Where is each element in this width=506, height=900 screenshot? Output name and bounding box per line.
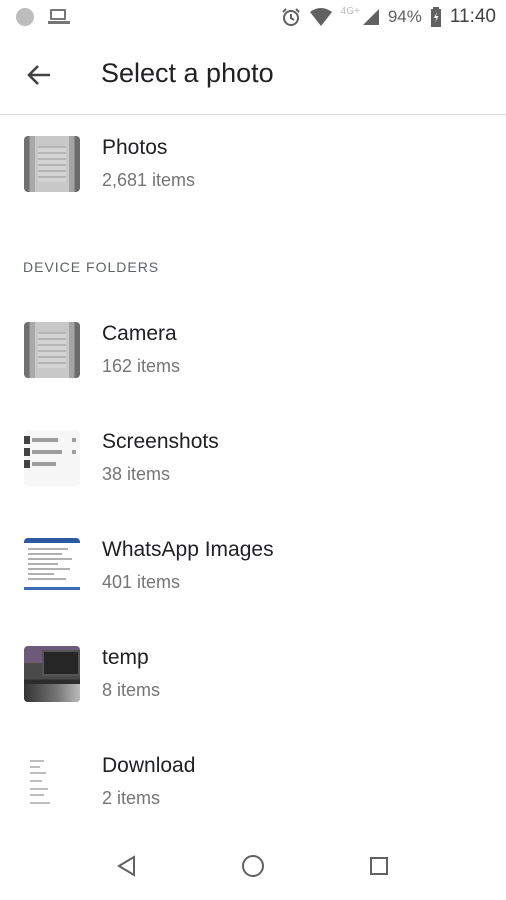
- folder-title: Screenshots: [102, 430, 219, 453]
- home-circle-icon: [242, 855, 264, 877]
- folder-count: 38 items: [102, 464, 171, 484]
- recents-square-icon: [370, 857, 388, 875]
- clock: 11:40: [449, 6, 496, 27]
- back-button[interactable]: [22, 58, 56, 92]
- folder-temp[interactable]: temp 8 items: [0, 642, 506, 722]
- folder-title: WhatsApp Images: [102, 538, 274, 561]
- folder-count: 2 items: [102, 788, 161, 808]
- nav-home-button[interactable]: [237, 850, 269, 882]
- folder-thumbnail: [24, 430, 80, 486]
- folder-screenshots[interactable]: Screenshots 38 items: [0, 426, 506, 506]
- back-triangle-icon: [117, 855, 135, 877]
- album-title: Photos: [102, 136, 168, 159]
- folder-download[interactable]: Download 2 items: [0, 750, 506, 830]
- folder-count: 8 items: [102, 680, 161, 700]
- folder-title: Camera: [102, 322, 177, 345]
- nav-back-button[interactable]: [111, 850, 143, 882]
- circle-dot-icon: [16, 8, 34, 26]
- folder-thumbnail: [24, 754, 80, 810]
- status-right: 4G+ 94% 11:40: [281, 6, 496, 28]
- signal-icon: [362, 9, 379, 25]
- folder-whatsapp-images[interactable]: WhatsApp Images 401 items: [0, 534, 506, 614]
- nav-recents-button[interactable]: [363, 850, 395, 882]
- folder-title: Download: [102, 754, 196, 777]
- battery-icon: [430, 7, 441, 27]
- folder-count: 401 items: [102, 572, 181, 592]
- wifi-icon: [309, 8, 332, 26]
- page-title: Select a photo: [101, 58, 274, 88]
- status-left: [16, 8, 70, 26]
- app-bar: Select a photo: [0, 36, 506, 115]
- folder-thumbnail: [24, 322, 80, 378]
- album-photos[interactable]: Photos 2,681 items: [0, 132, 506, 212]
- folder-title: temp: [102, 646, 149, 669]
- battery-percent: 94%: [387, 7, 422, 26]
- section-header-device-folders: DEVICE FOLDERS: [23, 259, 160, 275]
- system-nav-bar: [0, 830, 506, 900]
- status-bar: 4G+ 94% 11:40: [0, 0, 506, 36]
- alarm-icon: [281, 8, 300, 26]
- arrow-back-icon: [27, 65, 50, 85]
- laptop-icon: [48, 9, 70, 25]
- album-thumbnail: [24, 136, 80, 192]
- album-count: 2,681 items: [102, 170, 196, 190]
- folder-camera[interactable]: Camera 162 items: [0, 318, 506, 398]
- folder-thumbnail: [24, 538, 80, 594]
- folder-thumbnail: [24, 646, 80, 702]
- network-type: 4G+: [340, 5, 360, 17]
- folder-count: 162 items: [102, 356, 181, 376]
